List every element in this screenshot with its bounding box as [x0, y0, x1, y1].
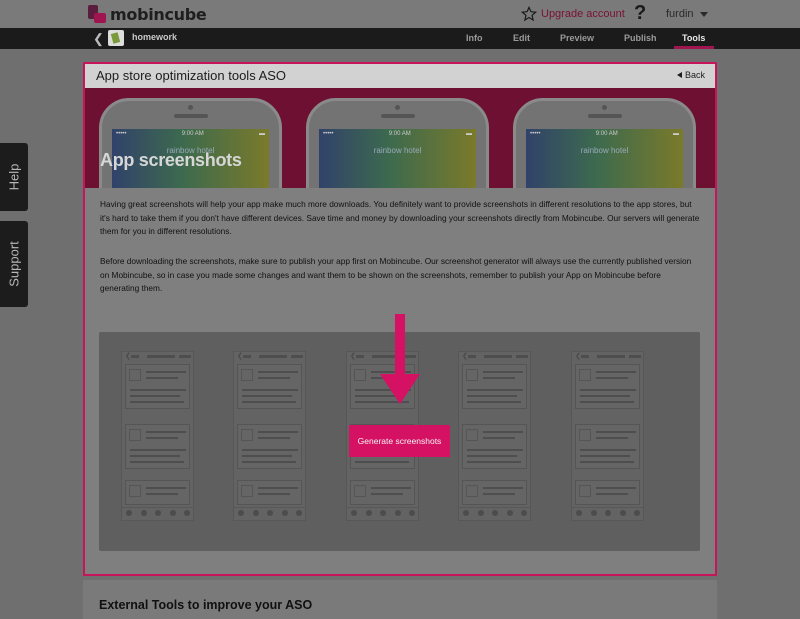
active-tab-indicator — [674, 46, 714, 49]
tab-info[interactable]: Info — [466, 33, 483, 43]
back-label: Back — [684, 70, 705, 80]
phone-battery: ▬ — [466, 131, 472, 137]
panel-title: App store optimization tools ASO — [96, 68, 287, 83]
phone-battery: ▬ — [259, 131, 265, 137]
phone-status: ••••• — [530, 131, 541, 137]
arrow-down-icon — [395, 314, 405, 376]
phone-status: ••••• — [116, 131, 127, 137]
external-tools-title: External Tools to improve your ASO — [99, 598, 313, 612]
back-arrow-icon — [676, 72, 682, 78]
tab-tools[interactable]: Tools — [682, 33, 705, 43]
back-link[interactable]: Back — [676, 70, 705, 80]
phone-app-title: rainbow hotel — [580, 146, 629, 155]
screenshot-preview-area: ❮ ❮ ❮ ❮ ❮ Generate screenshots — [99, 314, 700, 551]
phone-status: ••••• — [323, 131, 334, 137]
top-header: mobincube Upgrade account ? furdin — [0, 0, 800, 28]
screenshot-placeholder: ❮ — [233, 351, 306, 521]
caret-down-icon — [699, 11, 708, 17]
app-icon — [108, 30, 124, 46]
user-menu[interactable]: furdin — [666, 8, 708, 20]
back-chevron-icon[interactable]: ❮ — [93, 31, 104, 47]
mobincube-logo[interactable]: mobincube — [88, 4, 207, 24]
phone-time: 9:00 AM — [388, 131, 411, 137]
hero-title: App screenshots — [100, 150, 242, 170]
support-tab-label: Support — [6, 241, 22, 287]
screenshots-hero-banner: ••••• 9:00 AM ▬ rainbow hotel ••••• 9:00 AM… — [85, 88, 715, 188]
question-mark-icon[interactable]: ? — [634, 2, 646, 25]
phone-app-title: rainbow hotel — [373, 146, 422, 155]
panel-header: App store optimization tools ASO Back — [85, 64, 715, 88]
logo-mark-icon — [88, 5, 106, 23]
aso-tools-panel: App store optimization tools ASO Back ••… — [83, 62, 717, 576]
arrow-head-icon — [380, 374, 420, 404]
phone-time: 9:00 AM — [595, 131, 618, 137]
tab-publish[interactable]: Publish — [624, 33, 657, 43]
tab-edit[interactable]: Edit — [513, 33, 530, 43]
screenshots-body: Having great screenshots will help your … — [85, 188, 715, 574]
generate-screenshots-button[interactable]: Generate screenshots — [349, 425, 450, 457]
star-icon — [521, 6, 537, 22]
upgrade-account-link[interactable]: Upgrade account — [521, 6, 625, 22]
screenshot-placeholder: ❮ — [571, 351, 644, 521]
support-side-tab[interactable]: Support — [0, 221, 28, 307]
intro-paragraph: Having great screenshots will help your … — [100, 199, 700, 236]
user-name: furdin — [666, 8, 694, 20]
phone-mockup: ••••• 9:00 AM ▬ rainbow hotel — [513, 98, 696, 188]
publish-note-paragraph: Before downloading the screenshots, make… — [100, 256, 692, 293]
phone-battery: ▬ — [673, 131, 679, 137]
brand-name: mobincube — [110, 4, 207, 24]
screenshot-placeholder: ❮ — [458, 351, 531, 521]
upgrade-label: Upgrade account — [541, 8, 625, 20]
help-tab-label: Help — [6, 163, 22, 191]
phone-mockup: ••••• 9:00 AM ▬ rainbow hotel — [306, 98, 489, 188]
tab-preview[interactable]: Preview — [560, 33, 594, 43]
phone-time: 9:00 AM — [181, 131, 204, 137]
phone-mockup: ••••• 9:00 AM ▬ rainbow hotel — [99, 98, 282, 188]
help-side-tab[interactable]: Help — [0, 143, 28, 211]
app-name: homework — [132, 32, 178, 42]
screenshot-placeholder: ❮ — [121, 351, 194, 521]
